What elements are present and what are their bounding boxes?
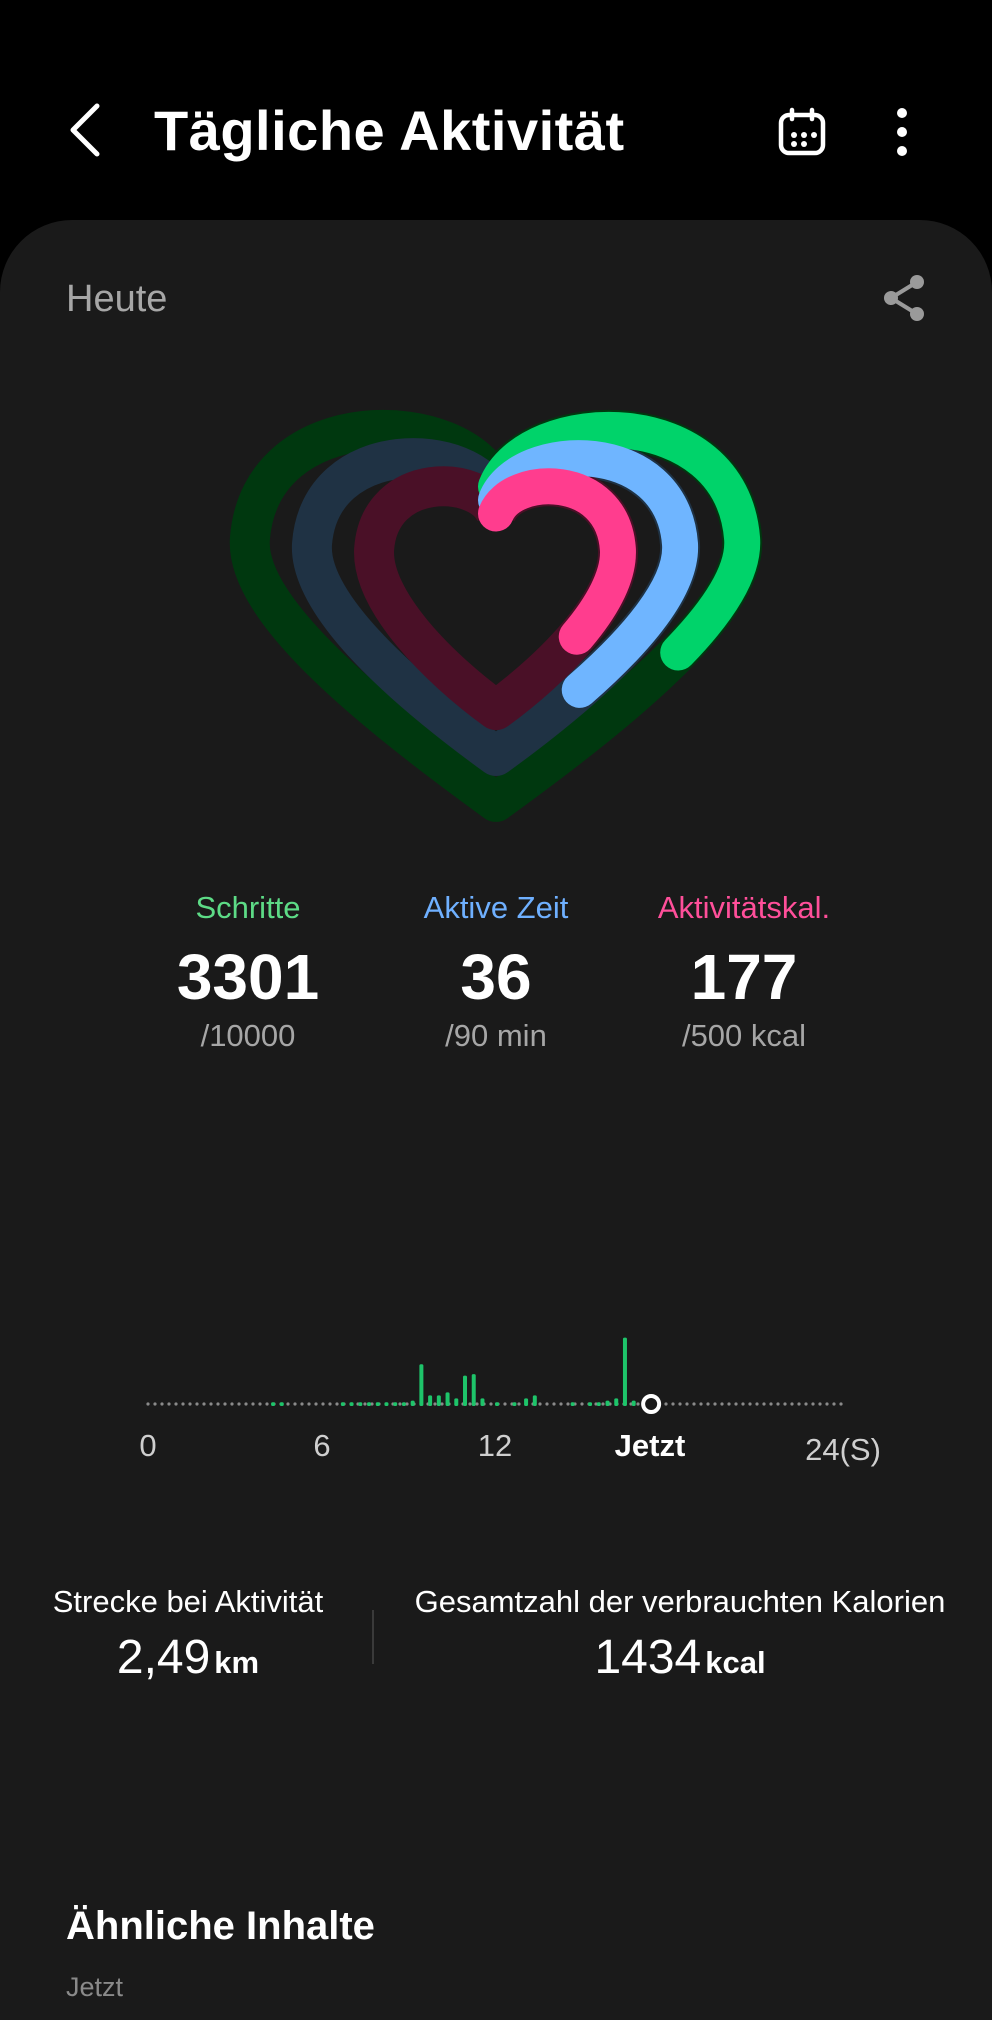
timeline-activity-bar (631, 1400, 636, 1406)
timeline-axis-label-now: Jetzt (614, 1428, 686, 1463)
activity-calories-value: 177 (690, 941, 798, 1013)
timeline-activity-bar (596, 1402, 601, 1406)
timeline-activity-bar (271, 1402, 276, 1406)
more-options-button[interactable] (876, 98, 928, 166)
timeline-activity-bar (419, 1364, 424, 1406)
timeline-activity-bar (428, 1395, 433, 1406)
timeline-axis-label-24: 24(S) (805, 1432, 881, 1467)
total-calories-label: Gesamtzahl der verbrauchten Kalorien (414, 1584, 946, 1619)
steps-goal: /10000 (200, 1018, 296, 1053)
top-bar: Tägliche Aktivität (0, 0, 992, 220)
activity-calories-goal: /500 kcal (681, 1018, 807, 1053)
share-button[interactable] (876, 268, 932, 328)
timeline-activity-bar (588, 1402, 593, 1406)
calendar-button[interactable] (770, 100, 834, 164)
timeline-activity-bar (375, 1402, 380, 1406)
active-time-goal: /90 min (445, 1018, 547, 1053)
share-icon (884, 275, 924, 321)
timeline-activity-bar (463, 1375, 468, 1406)
timeline-activity-bar (340, 1402, 345, 1406)
timeline-activity-bar (384, 1402, 389, 1406)
timeline-activity-bar (358, 1402, 363, 1406)
timeline-now-marker (641, 1394, 662, 1414)
timeline-activity-bar (605, 1400, 610, 1406)
steps-value: 3301 (176, 941, 320, 1013)
distance-label: Strecke bei Aktivität (52, 1584, 324, 1619)
timeline-activity-bar (471, 1374, 476, 1406)
timeline-activity-bar (524, 1398, 529, 1406)
distance-unit: km (214, 1645, 260, 1680)
timeline-activity-bar (454, 1398, 459, 1406)
steps-stat[interactable]: Schritte 3301 /10000 (118, 890, 378, 1054)
timeline-activity-bar (349, 1402, 354, 1406)
page-title: Tägliche Aktivität (154, 99, 625, 162)
timeline-activity-bar (393, 1402, 398, 1406)
timeline-activity-bar (410, 1400, 415, 1406)
timeline-axis-label-12: 12 (477, 1428, 513, 1463)
back-button[interactable] (50, 90, 120, 170)
total-calories-unit: kcal (705, 1645, 766, 1680)
timeline-activity-bar (512, 1402, 517, 1406)
activity-calories-label: Aktivitätskal. (657, 890, 831, 925)
timeline-activity-bar (622, 1337, 627, 1406)
related-content-subtitle: Jetzt (66, 1972, 124, 2002)
total-calories-summary[interactable]: Gesamtzahl der verbrauchten Kalorien 143… (400, 1584, 960, 1685)
active-time-stat[interactable]: Aktive Zeit 36 /90 min (366, 890, 626, 1054)
distance-value: 2,49 (116, 1631, 211, 1684)
timeline-activity-bar (480, 1398, 485, 1406)
timeline-axis-label-6: 6 (313, 1428, 331, 1463)
more-vertical-icon (897, 108, 907, 156)
activity-calories-stat[interactable]: Aktivitätskal. 177 /500 kcal (614, 890, 874, 1054)
timeline-activity-bar (570, 1402, 575, 1406)
active-time-value: 36 (460, 941, 532, 1013)
timeline-activity-bar (532, 1395, 537, 1406)
activity-heart-rings[interactable] (210, 370, 782, 860)
timeline-activity-bar (367, 1402, 372, 1406)
timeline-activity-bar (279, 1402, 284, 1406)
timeline-activity-bar (614, 1398, 619, 1406)
distance-summary[interactable]: Strecke bei Aktivität 2,49 km (38, 1584, 338, 1685)
summary-divider (372, 1610, 374, 1664)
timeline-activity-bar (445, 1392, 450, 1406)
timeline-activity-bar (495, 1402, 499, 1406)
steps-label: Schritte (195, 890, 301, 925)
related-content-title: Ähnliche Inhalte (66, 1904, 375, 1948)
total-calories-value: 1434 (594, 1631, 702, 1684)
timeline-activity-bar (401, 1402, 406, 1406)
active-time-label: Aktive Zeit (423, 890, 569, 925)
date-label: Heute (66, 278, 168, 320)
timeline-axis-label-0: 0 (139, 1428, 157, 1463)
timeline-activity-bar (436, 1395, 441, 1406)
calendar-icon (778, 107, 826, 156)
chevron-left-icon (70, 103, 100, 157)
